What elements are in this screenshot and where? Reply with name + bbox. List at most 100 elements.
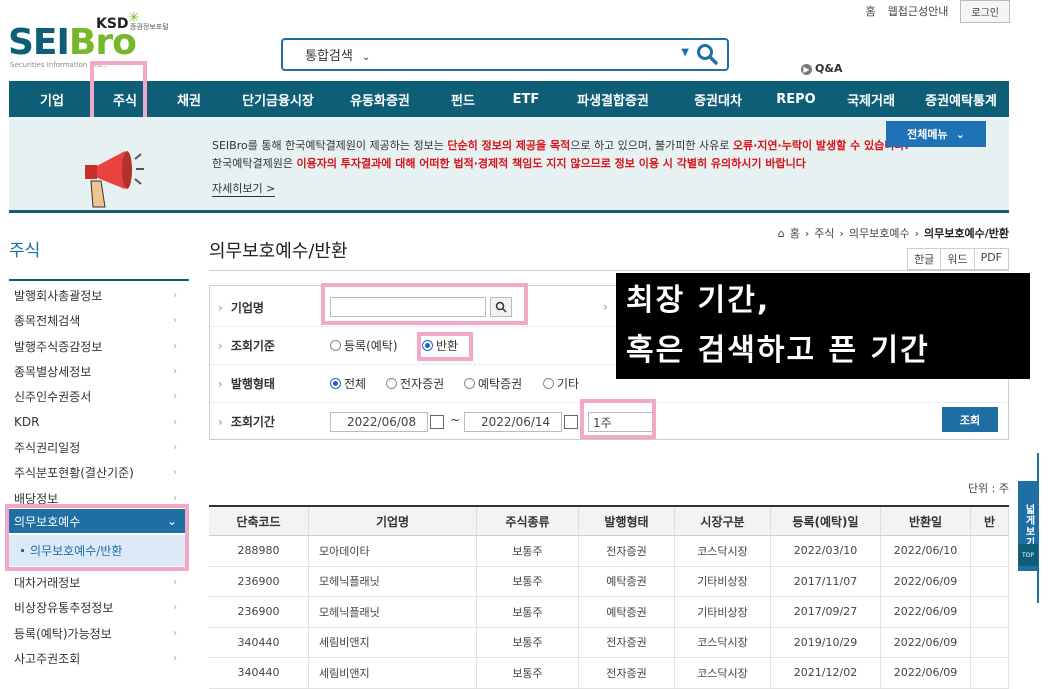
cell: 2022/06/09 [881,627,971,658]
date-to-input[interactable]: 2022/06/14 [464,412,562,432]
sidebar-item[interactable]: 발행회사총괄정보 › [9,283,189,308]
dropdown-arrow-icon[interactable]: ▼ [681,47,689,58]
cell: 보통주 [477,536,579,567]
annotation-line-2: 혹은 검색하고 픈 기간 [626,333,930,368]
cell: 예탁증권 [579,566,675,597]
cell: 기타비상장 [675,566,771,597]
title-divider [209,270,1009,271]
cell [971,597,1009,628]
nav-item-repo[interactable]: REPO [763,92,829,107]
sidebar-item[interactable]: 등록(예탁)가능정보 › [9,621,189,646]
search-icon[interactable] [695,42,719,66]
sidebar-item[interactable]: 주식분포현황(결산기준) › [9,460,189,485]
calendar-icon[interactable] [564,415,578,429]
cell: 보통주 [477,566,579,597]
period-label: 조회기간 [218,413,275,430]
col-header[interactable]: 시장구분 [675,507,771,536]
cell: 340440 [209,658,309,689]
date-from-input[interactable]: 2022/06/08 [330,412,428,432]
banner-warning: 오류·지연·누락이 발생할 수 있습니다. [732,139,909,152]
more-info-link[interactable]: 자세히보기 > [212,180,276,197]
search-submit-button[interactable]: 조회 [942,407,998,432]
login-button[interactable]: 로그인 [960,0,1010,23]
annotation-overlay: 최장 기간, 혹은 검색하고 픈 기간 [616,273,1030,379]
home-icon[interactable]: ⌂ [778,227,785,240]
breadcrumb-l2[interactable]: 의무보호예수 [849,225,910,241]
search-scope-select[interactable]: 통합검색 ⌄ [283,45,403,64]
table-row[interactable]: 340440 세림비앤지 보통주 전자증권 코스닥시장 2019/10/29 2… [209,627,1009,658]
export-pdf-button[interactable]: PDF [973,248,1009,270]
table-row[interactable]: 340440 세림비앤지 보통주 전자증권 코스닥시장 2021/12/02 2… [209,658,1009,689]
chevron-right-icon: › [914,226,920,240]
calendar-icon[interactable] [430,415,444,429]
cell: 2017/11/07 [771,566,881,597]
col-header[interactable]: 발행형태 [579,507,675,536]
accessibility-link[interactable]: 웹접근성안내 [888,3,949,19]
banner-text: 으로 하고 있으며, 불가피한 사유로 [570,139,733,152]
nav-item-lending[interactable]: 증권대차 [673,90,763,109]
radio-registered[interactable]: 등록(예탁) [330,337,398,354]
sidebar-item[interactable]: 종목별상세정보 › [9,359,189,384]
cell: 보통주 [477,597,579,628]
sidebar-item[interactable]: 사고주권조회 › [9,646,189,671]
scroll-top-button[interactable]: TOP [1018,544,1038,566]
cell: 코스닥시장 [675,536,771,567]
radio-icon [386,378,397,389]
table-row[interactable]: 236900 모헤닉플래닛 보통주 예탁증권 기타비상장 2017/09/27 … [209,597,1009,628]
sidebar-item[interactable]: 대차거래정보 › [9,570,189,595]
chevron-right-icon: › [173,366,177,378]
sidebar-item[interactable]: 발행주식증감정보 › [9,334,189,359]
col-header[interactable]: 반 [971,507,1009,536]
cell [971,627,1009,658]
global-search[interactable]: 통합검색 ⌄ ▼ [281,38,729,71]
sidebar-item-label: 신주인수권증서 [14,390,92,405]
col-header[interactable]: 단축코드 [209,507,309,536]
export-hwp-button[interactable]: 한글 [907,248,942,270]
radio-deposit[interactable]: 예탁증권 [464,375,522,392]
col-header[interactable]: 등록(예탁)일 [771,507,881,536]
table-row[interactable]: 236900 모헤닉플래닛 보통주 예탁증권 기타비상장 2017/11/07 … [209,566,1009,597]
all-menu-button[interactable]: 전체메뉴 ⌄ [886,121,986,147]
sidebar-item-label: 종목별상세정보 [14,365,92,380]
qa-link[interactable]: ▶ Q&A [801,62,842,75]
nav-item-securitized[interactable]: 유동화증권 [333,90,427,109]
sidebar-item[interactable]: 주식권리일정 › [9,435,189,460]
cell: 보통주 [477,627,579,658]
main-nav: 기업 주식 채권 단기금융시장 유동화증권 펀드 ETF 파생결합증권 증권대차… [9,61,1009,133]
sidebar-item[interactable]: KDR › [9,409,189,434]
nav-item-money-market[interactable]: 단기금융시장 [223,90,333,109]
sidebar-item[interactable]: 신주인수권증서 › [9,384,189,409]
col-header[interactable]: 기업명 [309,507,477,536]
nav-item-etf[interactable]: ETF [499,92,553,107]
nav-item-dls[interactable]: 파생결합증권 [553,90,673,109]
home-link[interactable]: 홈 [866,3,876,19]
col-header[interactable]: 주식종류 [477,507,579,536]
nav-item-fund[interactable]: 펀드 [427,90,499,109]
radio-icon [330,340,341,351]
breadcrumb-home[interactable]: 홈 [790,225,800,241]
radio-other[interactable]: 기타 [543,375,579,392]
cell: 288980 [209,536,309,567]
banner-line-1: SEIBro를 통해 한국예탁결제원이 제공하는 정보는 단순히 정보의 제공을… [212,137,909,153]
breadcrumb: ⌂ 홈 › 주식 › 의무보호예수 › 의무보호예수/반환 [778,225,1009,241]
export-word-button[interactable]: 워드 [940,248,975,270]
sidebar-item-label: 사고주권조회 [14,652,81,667]
nav-item-international[interactable]: 국제거래 [829,90,913,109]
chevron-right-icon: › [173,416,177,428]
breadcrumb-l1[interactable]: 주식 [814,225,834,241]
sidebar-item[interactable]: 종목전체검색 › [9,308,189,333]
nav-item-bond[interactable]: 채권 [155,90,223,109]
all-menu-label: 전체메뉴 [907,128,948,141]
table-row[interactable]: 288980 모아데이타 보통주 전자증권 코스닥시장 2022/03/10 2… [209,536,1009,567]
sidebar-item-label: 등록(예탁)가능정보 [14,626,112,641]
col-header[interactable]: 반환일 [881,507,971,536]
radio-label: 전체 [344,377,367,391]
radio-all[interactable]: 전체 [330,375,366,392]
nav-item-statistics[interactable]: 증권예탁통계 [913,90,1009,109]
radio-label: 전자증권 [400,377,445,391]
nav-item-company[interactable]: 기업 [9,90,95,109]
cell: 2022/06/10 [881,536,971,567]
radio-selected-icon [330,378,341,389]
sidebar-item[interactable]: 비상장유통추정정보 › [9,595,189,620]
radio-electronic[interactable]: 전자증권 [386,375,444,392]
